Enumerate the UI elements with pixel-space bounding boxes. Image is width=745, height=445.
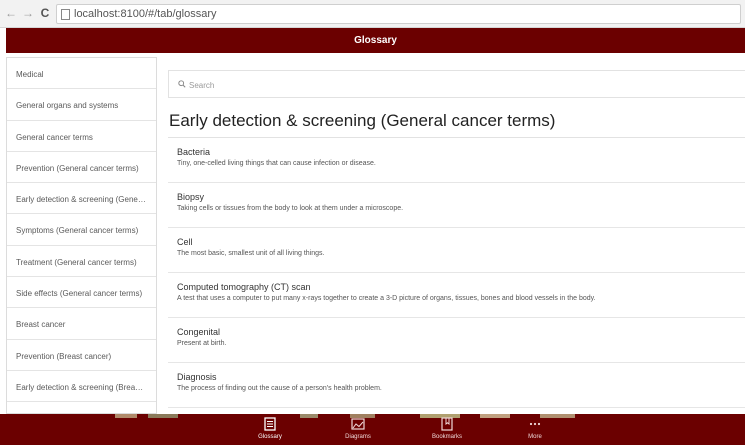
glossary-icon bbox=[264, 417, 276, 431]
term-list: Bacteria Tiny, one-celled living things … bbox=[168, 137, 745, 408]
list-item[interactable]: Computed tomography (CT) scan A test tha… bbox=[168, 273, 745, 318]
term-name: Cell bbox=[177, 237, 193, 247]
search-bar[interactable] bbox=[168, 70, 745, 98]
search-input[interactable] bbox=[189, 77, 589, 93]
term-name: Biopsy bbox=[177, 192, 205, 202]
term-definition: Taking cells or tissues from the body to… bbox=[177, 205, 404, 212]
tab-label: Bookmarks bbox=[431, 434, 462, 440]
tab-label: Glossary bbox=[258, 434, 282, 440]
sidebar-item-early-detection-breast[interactable]: Early detection & screening (Breast canc… bbox=[7, 371, 156, 403]
sidebar-item-general-cancer-terms[interactable]: General cancer terms bbox=[7, 121, 156, 152]
search-icon bbox=[178, 80, 186, 88]
list-item[interactable]: Cell The most basic, smallest unit of al… bbox=[168, 228, 745, 273]
tab-label: Diagrams bbox=[345, 434, 371, 440]
app-header: Glossary bbox=[6, 28, 745, 53]
term-name: Bacteria bbox=[177, 147, 211, 157]
tab-bookmarks[interactable]: Bookmarks bbox=[412, 417, 482, 444]
tab-label: More bbox=[528, 434, 542, 440]
section-title: Early detection & screening (General can… bbox=[169, 111, 556, 130]
back-arrow-icon[interactable]: ← bbox=[4, 6, 18, 20]
sidebar-item-side-effects-general[interactable]: Side effects (General cancer terms) bbox=[7, 277, 156, 309]
tab-diagrams[interactable]: Diagrams bbox=[323, 417, 393, 444]
list-item[interactable]: Diagnosis The process of finding out the… bbox=[168, 363, 745, 408]
diagrams-icon bbox=[351, 418, 365, 430]
forward-arrow-icon[interactable]: → bbox=[21, 6, 35, 20]
term-definition: Present at birth. bbox=[177, 340, 227, 347]
url-text[interactable]: localhost:8100/#/tab/glossary bbox=[74, 8, 216, 20]
list-item[interactable]: Bacteria Tiny, one-celled living things … bbox=[168, 138, 745, 183]
sidebar-item-medical[interactable]: Medical bbox=[7, 58, 156, 90]
term-definition: A test that uses a computer to put many … bbox=[177, 295, 596, 302]
sidebar-item-prevention-general[interactable]: Prevention (General cancer terms) bbox=[7, 152, 156, 184]
term-definition: The process of finding out the cause of … bbox=[177, 385, 382, 392]
sidebar-item-early-detection-general[interactable]: Early detection & screening (General can… bbox=[7, 183, 156, 215]
glossary-content: Early detection & screening (General can… bbox=[164, 57, 745, 414]
address-bar[interactable]: localhost:8100/#/tab/glossary bbox=[56, 4, 741, 24]
category-sidebar: Medical General organs and systems Gener… bbox=[6, 57, 157, 414]
term-definition: The most basic, smallest unit of all liv… bbox=[177, 250, 325, 257]
sidebar-item-symptoms-general[interactable]: Symptoms (General cancer terms) bbox=[7, 214, 156, 246]
sidebar-item-treatment-general[interactable]: Treatment (General cancer terms) bbox=[7, 246, 156, 278]
tab-bar: Glossary Diagrams Bookmarks More bbox=[0, 414, 745, 445]
reload-icon[interactable]: C bbox=[38, 6, 52, 20]
tab-glossary[interactable]: Glossary bbox=[235, 417, 305, 444]
more-icon bbox=[529, 422, 541, 426]
sidebar-item-breast-cancer[interactable]: Breast cancer bbox=[7, 308, 156, 340]
sidebar-item-general-organs[interactable]: General organs and systems bbox=[7, 89, 156, 121]
sidebar-item-prevention-breast[interactable]: Prevention (Breast cancer) bbox=[7, 340, 156, 371]
tab-more[interactable]: More bbox=[500, 417, 570, 444]
page-icon bbox=[61, 9, 70, 20]
list-item[interactable]: Congenital Present at birth. bbox=[168, 318, 745, 363]
term-name: Congenital bbox=[177, 327, 221, 337]
list-item[interactable]: Biopsy Taking cells or tissues from the … bbox=[168, 183, 745, 228]
page-title: Glossary bbox=[354, 35, 397, 46]
bookmarks-icon bbox=[441, 417, 453, 431]
term-definition: Tiny, one-celled living things that can … bbox=[177, 160, 376, 167]
term-name: Diagnosis bbox=[177, 372, 217, 382]
browser-toolbar: ← → C localhost:8100/#/tab/glossary bbox=[0, 0, 745, 28]
term-name: Computed tomography (CT) scan bbox=[177, 282, 311, 292]
